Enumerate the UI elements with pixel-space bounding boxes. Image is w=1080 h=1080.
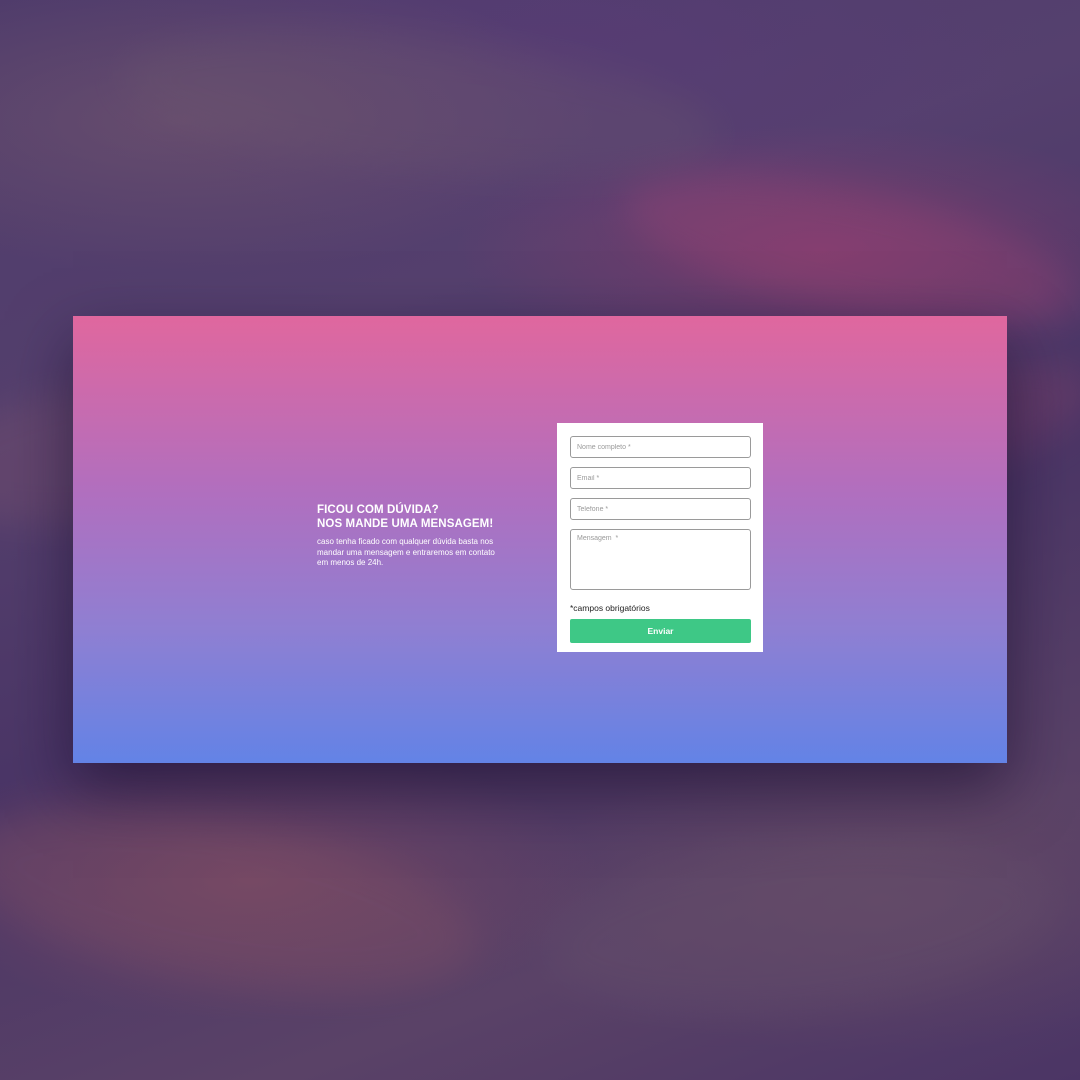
- contact-form: *campos obrigatórios Enviar: [557, 423, 763, 652]
- background-wave: [114, 8, 726, 202]
- headline-line-2: NOS MANDE UMA MENSAGEM!: [317, 518, 494, 530]
- phone-field[interactable]: [570, 498, 751, 520]
- background-wave: [0, 776, 490, 1024]
- contact-banner: FICOU COM DÚVIDA? NOS MANDE UMA MENSAGEM…: [73, 316, 1007, 763]
- contact-description: caso tenha ficado com qualquer dúvida ba…: [317, 537, 495, 567]
- name-field[interactable]: [570, 436, 751, 458]
- headline-line-1: FICOU COM DÚVIDA?: [317, 504, 439, 516]
- contact-intro: FICOU COM DÚVIDA? NOS MANDE UMA MENSAGEM…: [317, 503, 507, 569]
- required-fields-note: *campos obrigatórios: [570, 603, 650, 613]
- email-field[interactable]: [570, 467, 751, 489]
- contact-headline: FICOU COM DÚVIDA? NOS MANDE UMA MENSAGEM…: [317, 503, 507, 531]
- background-wave: [532, 813, 1068, 1037]
- message-field[interactable]: [570, 529, 751, 590]
- submit-button[interactable]: Enviar: [570, 619, 751, 643]
